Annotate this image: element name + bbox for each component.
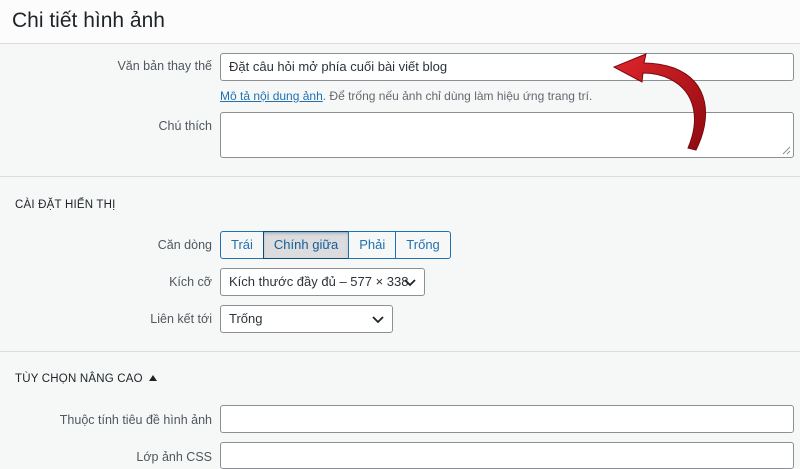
title-attribute-label: Thuộc tính tiêu đề hình ảnh	[59, 413, 212, 427]
alt-text-help-text: . Để trống nếu ảnh chỉ dùng làm hiệu ứng…	[322, 89, 593, 103]
size-select-value: Kích thước đầy đủ – 577 × 338	[229, 274, 409, 289]
caption-label: Chú thích	[158, 119, 212, 133]
title-attribute-input[interactable]	[220, 405, 794, 433]
modal-header: Chi tiết hình ảnh	[0, 0, 800, 44]
section-divider	[0, 351, 800, 352]
link-to-label: Liên kết tới	[150, 312, 212, 326]
alt-text-help: Mô tả nội dung ảnh. Để trống nếu ảnh chỉ…	[220, 89, 592, 103]
describe-image-link[interactable]: Mô tả nội dung ảnh	[220, 89, 323, 103]
annotation-arrow-icon	[612, 53, 707, 151]
align-left-button[interactable]: Trái	[220, 231, 264, 259]
align-label: Căn dòng	[157, 238, 212, 252]
css-class-label: Lớp ảnh CSS	[136, 450, 212, 464]
advanced-options-title: TÙY CHỌN NÂNG CAO	[15, 373, 143, 385]
link-to-select-value: Trống	[229, 311, 263, 326]
alt-text-label: Văn bản thay thế	[117, 59, 212, 73]
align-button-group: Trái Chính giữa Phải Trống	[220, 231, 451, 259]
triangle-up-icon	[148, 375, 157, 381]
align-center-button[interactable]: Chính giữa	[262, 231, 350, 259]
css-class-input[interactable]	[220, 442, 794, 469]
size-label: Kích cỡ	[169, 275, 212, 289]
link-to-select[interactable]: Trống	[220, 305, 393, 333]
display-settings-title: CÀI ĐẶT HIỂN THỊ	[15, 199, 116, 211]
chevron-down-icon	[372, 316, 384, 324]
align-right-button[interactable]: Phải	[348, 231, 397, 259]
chevron-down-icon	[404, 279, 416, 287]
size-select[interactable]: Kích thước đầy đủ – 577 × 338	[220, 268, 425, 296]
page-title: Chi tiết hình ảnh	[12, 9, 165, 32]
resize-handle-icon[interactable]	[782, 146, 791, 155]
align-none-button[interactable]: Trống	[395, 231, 451, 259]
section-divider	[0, 176, 800, 177]
advanced-options-toggle[interactable]: TÙY CHỌN NÂNG CAO	[15, 373, 157, 385]
